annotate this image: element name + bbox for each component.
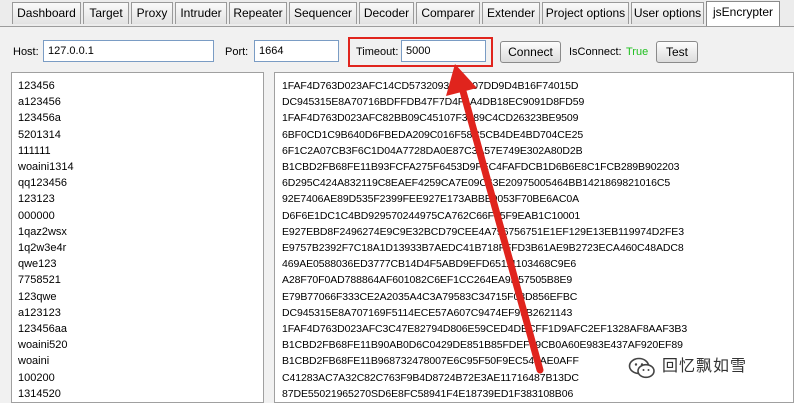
tab-project-options[interactable]: Project options	[542, 2, 629, 24]
encrypted-list-item[interactable]: E9757B2392F7C18A1D13933B7AEDC41B718FFFD3…	[282, 240, 684, 256]
plaintext-list-item[interactable]: qq123456	[18, 175, 67, 191]
port-field[interactable]: 1664	[254, 40, 339, 62]
watermark-text: 回忆飘如雪	[662, 358, 748, 375]
plaintext-list-item[interactable]: 123456aa	[18, 321, 67, 337]
plaintext-list-item[interactable]: woaini520	[18, 337, 68, 353]
port-label: Port:	[225, 46, 249, 58]
plaintext-list-item[interactable]: 7758521	[18, 272, 61, 288]
plaintext-list-item[interactable]: qwe123	[18, 256, 57, 272]
watermark: 回忆飘如雪	[628, 354, 774, 382]
tab-dashboard[interactable]: Dashboard	[12, 2, 81, 24]
tab-extender[interactable]: Extender	[482, 2, 540, 24]
encrypted-list-item[interactable]: B1CBD2FB68FE11B93FCFA275F6453D9FEC4FAFDC…	[282, 159, 679, 175]
plaintext-list-item[interactable]: 5201314	[18, 127, 61, 143]
encrypted-list-item[interactable]: 92E7406AE89D535F2399FEE927E173ABBE9053F7…	[282, 191, 579, 207]
tab-repeater[interactable]: Repeater	[229, 2, 287, 24]
plaintext-list-item[interactable]: 1qaz2wsx	[18, 224, 67, 240]
plaintext-list-item[interactable]: woaini	[18, 353, 49, 369]
isconnect-status: True	[626, 46, 649, 58]
encrypted-list-item[interactable]: 6BF0CD1C9B640D6FBEDA209C016F58C5CB4DE4BD…	[282, 127, 583, 143]
encrypted-list-item[interactable]: DC945315E8A70716BDFFDB47F7D4F4A4DB18EC90…	[282, 94, 584, 110]
tab-jsencrypter[interactable]: jsEncrypter	[706, 1, 780, 26]
tab-decoder[interactable]: Decoder	[359, 2, 414, 24]
encrypted-list-item[interactable]: C41283AC7A32C82C763F9B4D8724B72E3AE11716…	[282, 370, 579, 386]
connect-button[interactable]: Connect	[500, 41, 561, 63]
encrypted-list-item[interactable]: 1FAF4D763D023AFC82BB09C45107F3289C4CD263…	[282, 110, 579, 126]
encrypted-list-item[interactable]: 6F1C2A07CB3F6C1D04A7728DA0E87C3A57E749E3…	[282, 143, 583, 159]
jsencrypter-panel: Host: 127.0.0.1 Port: 1664 Timeout: 5000…	[0, 27, 794, 403]
plaintext-list-item[interactable]: 123456a	[18, 110, 61, 126]
encrypted-list-item[interactable]: DC945315E8A707169F5114ECE57A607C9474EF99…	[282, 305, 572, 321]
plaintext-list-item[interactable]: a123123	[18, 305, 61, 321]
tab-intruder[interactable]: Intruder	[175, 2, 227, 24]
tab-bar: Dashboard Target Proxy Intruder Repeater…	[0, 0, 794, 27]
plaintext-list-item[interactable]: 000000	[18, 208, 55, 224]
isconnect-label: IsConnect:	[569, 46, 622, 58]
plaintext-list-item[interactable]: 111111	[18, 143, 51, 159]
test-button[interactable]: Test	[656, 41, 698, 63]
encrypted-list-item[interactable]: E79B77066F333CE2A2035A4C3A79583C34715F08…	[282, 289, 577, 305]
plaintext-list-item[interactable]: 123qwe	[18, 289, 57, 305]
plaintext-list-item[interactable]: 123456	[18, 78, 55, 94]
tab-user-options[interactable]: User options	[631, 2, 704, 24]
tab-proxy[interactable]: Proxy	[131, 2, 173, 24]
plaintext-list-item[interactable]: woaini1314	[18, 159, 74, 175]
encrypted-list-item[interactable]: 1FAF4D763D023AFC14CD5732093520207DD9D4B1…	[282, 78, 579, 94]
encrypted-list-item[interactable]: B1CBD2FB68FE11B968732478007E6C95F50F9EC5…	[282, 353, 579, 369]
tab-sequencer[interactable]: Sequencer	[289, 2, 357, 24]
wechat-icon	[628, 357, 655, 379]
plaintext-list-item[interactable]: 100200	[18, 370, 55, 386]
encrypted-list-item[interactable]: 469AE0588036ED3777CB14D4F5ABD9EFD6511110…	[282, 256, 576, 272]
encrypted-list-item[interactable]: D6F6E1DC1C4BD929570244975CA762C66F15F9EA…	[282, 208, 580, 224]
encrypted-list-item[interactable]: A28F70F0AD788864AF601082C6EF1CC264EA9D57…	[282, 272, 572, 288]
encrypted-list-item[interactable]: 87DE55021965270SD6E8FC58941F4E18739ED1F3…	[282, 386, 573, 402]
timeout-highlight-box	[348, 37, 493, 67]
plaintext-list-item[interactable]: 123123	[18, 191, 55, 207]
host-field[interactable]: 127.0.0.1	[43, 40, 214, 62]
plaintext-list-item[interactable]: 1q2w3e4r	[18, 240, 66, 256]
encrypted-list-item[interactable]: 1FAF4D763D023AFC3C47E82794D806E59CED4DBC…	[282, 321, 687, 337]
tab-target[interactable]: Target	[83, 2, 129, 24]
encrypted-list-item[interactable]: 6D295C424A832119C8EAEF4259CA7E09C63E2097…	[282, 175, 670, 191]
plaintext-list-item[interactable]: a123456	[18, 94, 61, 110]
encrypted-list-item[interactable]: E927EBD8F2496274E9C9E32BCD79CEE4A7967567…	[282, 224, 684, 240]
tab-comparer[interactable]: Comparer	[416, 2, 480, 24]
host-label: Host:	[13, 46, 39, 58]
plaintext-list-item[interactable]: 1314520	[18, 386, 61, 402]
plaintext-list[interactable]: 123456 a123456 123456a 5201314 111111 woaini1…	[11, 72, 264, 403]
encrypted-list-item[interactable]: B1CBD2FB68FE11B90AB0D6C0429DE851B85FDEF0…	[282, 337, 683, 353]
